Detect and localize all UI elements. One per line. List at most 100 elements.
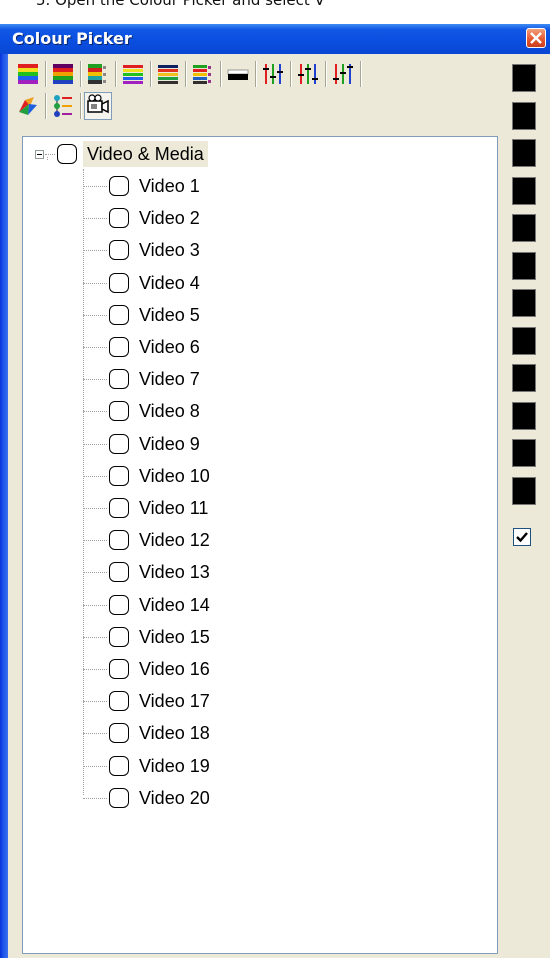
palette-button[interactable] xyxy=(14,92,42,120)
tree-line xyxy=(83,282,107,284)
colour-bars-alt-button[interactable] xyxy=(154,60,182,88)
enable-checkbox[interactable] xyxy=(513,528,531,546)
tree-item[interactable]: Video 15 xyxy=(83,622,214,652)
tree-item-checkbox[interactable] xyxy=(109,594,129,615)
tree-item-checkbox[interactable] xyxy=(109,723,129,744)
colour-swatch[interactable] xyxy=(512,176,536,205)
colour-swatch[interactable] xyxy=(512,364,536,392)
tree-item-checkbox[interactable] xyxy=(109,176,129,196)
tree-item-checkbox[interactable] xyxy=(109,691,129,712)
tree-line xyxy=(83,347,107,348)
tree-item[interactable]: Video 7 xyxy=(83,364,204,394)
tree-item-checkbox[interactable] xyxy=(109,240,129,261)
tree-item[interactable]: Video 11 xyxy=(83,493,212,523)
tree-line xyxy=(83,475,107,477)
tree-item[interactable]: Video 13 xyxy=(83,557,214,587)
tree-item[interactable]: Video 5 xyxy=(83,300,204,330)
toolbar-separator xyxy=(220,61,222,87)
tree-item[interactable]: Video 4 xyxy=(83,268,204,298)
tree-root-label: Video & Media xyxy=(83,141,208,167)
tree-item[interactable]: Video 10 xyxy=(83,461,214,491)
tree-item[interactable]: Video 8 xyxy=(83,396,204,426)
tree-item[interactable]: Video 12 xyxy=(83,525,214,555)
tree-item[interactable]: Video 3 xyxy=(83,235,204,265)
tree-item-label: Video 5 xyxy=(139,304,200,325)
colour-swatch[interactable] xyxy=(512,139,536,167)
tree-item-label: Video 17 xyxy=(139,691,210,712)
colour-swatch[interactable] xyxy=(512,251,536,280)
tree-item-checkbox[interactable] xyxy=(109,562,129,583)
top-cut-text: 5. Open the Colour Picker and select V xyxy=(0,0,550,24)
tree-item[interactable]: Video 2 xyxy=(83,203,204,233)
tree-item[interactable]: Video 1 xyxy=(83,171,204,201)
colour-swatch[interactable] xyxy=(512,401,536,430)
sliders-alt2-button[interactable] xyxy=(329,60,357,88)
tree-item-checkbox[interactable] xyxy=(109,401,129,422)
tree-item-label: Video 8 xyxy=(139,401,200,422)
tree-list-button[interactable] xyxy=(49,92,77,120)
tree-line xyxy=(83,314,107,316)
tree-item-checkbox[interactable] xyxy=(109,465,129,486)
tree-line xyxy=(83,669,107,670)
tree-item[interactable]: Video 6 xyxy=(83,332,204,362)
tree-item-checkbox[interactable] xyxy=(109,498,129,518)
rainbow-bars-alt-button[interactable] xyxy=(119,60,147,88)
root-checkbox[interactable] xyxy=(57,144,77,164)
tree-item-checkbox[interactable] xyxy=(109,626,129,647)
tree-line xyxy=(83,604,107,606)
tree-item-label: Video 7 xyxy=(139,369,200,390)
tree-item-checkbox[interactable] xyxy=(109,787,129,808)
grey-bar-icon xyxy=(227,69,249,80)
colour-swatch[interactable] xyxy=(512,214,536,242)
grey-bar-button[interactable] xyxy=(224,60,252,88)
tree-item-checkbox[interactable] xyxy=(109,304,129,325)
tree-item-label: Video 2 xyxy=(139,208,200,229)
colour-bars-dots-alt-button[interactable] xyxy=(189,60,217,88)
tree-item-checkbox[interactable] xyxy=(109,433,129,454)
rainbow-bars-button[interactable] xyxy=(14,60,42,88)
colour-swatch[interactable] xyxy=(512,439,536,467)
tree-item-checkbox[interactable] xyxy=(109,369,129,390)
tree-item[interactable]: Video 9 xyxy=(83,429,204,459)
tree-item[interactable]: Video 14 xyxy=(83,590,214,620)
tree-item-label: Video 1 xyxy=(139,176,200,196)
tree-line xyxy=(83,701,107,703)
tree-item-checkbox[interactable] xyxy=(109,659,129,679)
tree-item-checkbox[interactable] xyxy=(109,208,129,229)
tree-item[interactable]: Video 18 xyxy=(83,718,214,748)
sliders-button[interactable] xyxy=(259,60,287,88)
tree-item-label: Video 16 xyxy=(139,659,210,679)
sliders-alt2-icon xyxy=(333,64,353,84)
colour-bars-dots-icon xyxy=(88,64,106,84)
tree-item-label: Video 15 xyxy=(139,626,210,647)
tree-line xyxy=(83,443,107,445)
toolbar-separator xyxy=(360,61,362,87)
tree-item-checkbox[interactable] xyxy=(109,530,129,551)
colour-swatch[interactable] xyxy=(512,326,536,355)
tree-view[interactable]: Video & Media Video 1 Video 2 Video 3 Video… xyxy=(22,136,498,954)
title-bar[interactable]: Colour Picker xyxy=(0,24,550,54)
tree-item[interactable]: Video 16 xyxy=(83,654,214,684)
tree-item[interactable]: Video 17 xyxy=(83,686,214,716)
colour-bars-button[interactable] xyxy=(49,60,77,88)
tree-item-checkbox[interactable] xyxy=(109,755,129,776)
tree-item-checkbox[interactable] xyxy=(109,337,129,357)
checkmark-icon xyxy=(516,532,528,543)
tree-item-checkbox[interactable] xyxy=(109,272,129,293)
colour-swatch[interactable] xyxy=(512,101,536,130)
tree-root-row[interactable]: Video & Media xyxy=(31,139,208,169)
toolbar-separator xyxy=(185,61,187,87)
tree-item[interactable]: Video 19 xyxy=(83,751,214,781)
sliders-alt-button[interactable] xyxy=(294,60,322,88)
colour-bars-dots-button[interactable] xyxy=(84,60,112,88)
tree-item-label: Video 14 xyxy=(139,594,210,615)
toolbar-separator xyxy=(150,61,152,87)
colour-swatch[interactable] xyxy=(512,289,536,317)
close-button[interactable] xyxy=(526,28,546,48)
tree-line xyxy=(83,636,107,638)
colour-swatch[interactable] xyxy=(512,64,536,92)
colour-swatch[interactable] xyxy=(512,476,536,505)
collapse-toggle-icon[interactable] xyxy=(35,150,44,159)
tree-item[interactable]: Video 20 xyxy=(83,783,214,813)
video-camera-button[interactable] xyxy=(84,92,112,120)
